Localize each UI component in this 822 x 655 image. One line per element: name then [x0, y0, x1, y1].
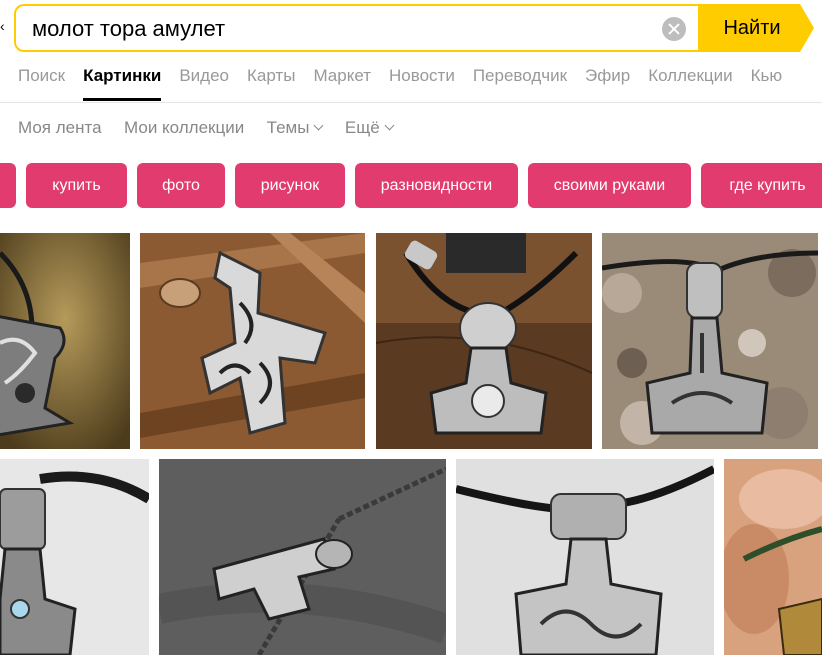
- search-bar: Найти: [14, 4, 814, 52]
- my-collections-link[interactable]: Мои коллекции: [124, 118, 244, 138]
- image-hammer-chain: [159, 459, 446, 655]
- search-button-arrow: [800, 4, 814, 52]
- search-field-frame: [14, 4, 700, 52]
- image-result-7[interactable]: [456, 459, 714, 655]
- image-bear-hammer-cord: [376, 233, 592, 449]
- chevron-down-icon: [384, 120, 395, 131]
- chip-photo[interactable]: фото: [137, 163, 225, 208]
- service-images[interactable]: Картинки: [83, 62, 162, 101]
- chip-where-to-buy[interactable]: где купить: [701, 163, 822, 208]
- themes-dropdown[interactable]: Темы: [266, 118, 324, 138]
- image-result-1[interactable]: [0, 233, 130, 449]
- window-edge-glyph: ‹: [0, 18, 5, 34]
- chip-varieties[interactable]: разновидности: [355, 163, 518, 208]
- sub-nav: Моя лента Мои коллекции Темы Ещё: [18, 118, 411, 138]
- chip-drawing[interactable]: рисунок: [235, 163, 345, 208]
- service-news[interactable]: Новости: [389, 62, 455, 100]
- service-q[interactable]: Кью: [751, 62, 783, 100]
- image-hammer-braided-cord: [456, 459, 714, 655]
- service-market[interactable]: Маркет: [313, 62, 371, 100]
- image-amulet-gold-stone: [0, 233, 130, 449]
- service-collections[interactable]: Коллекции: [648, 62, 732, 100]
- service-video[interactable]: Видео: [179, 62, 229, 100]
- service-efir[interactable]: Эфир: [585, 62, 630, 100]
- chip-buy[interactable]: купить: [26, 163, 127, 208]
- image-result-8[interactable]: [724, 459, 822, 655]
- clear-search-icon[interactable]: [662, 17, 686, 41]
- image-hammer-pebbles: [602, 233, 818, 449]
- chip-handmade[interactable]: своими руками: [528, 163, 691, 208]
- image-celtic-hammer-wood: [140, 233, 365, 449]
- image-result-6[interactable]: [159, 459, 446, 655]
- chip-partial[interactable]: [0, 163, 16, 208]
- search-input[interactable]: [32, 15, 652, 43]
- more-dropdown[interactable]: Ещё: [344, 118, 395, 138]
- image-result-4[interactable]: [602, 233, 818, 449]
- service-search[interactable]: Поиск: [18, 62, 65, 100]
- services-nav: Поиск Картинки Видео Карты Маркет Новости Пере…: [18, 62, 800, 102]
- themes-label: Темы: [266, 118, 310, 137]
- nav-divider: [0, 102, 822, 103]
- image-result-5[interactable]: [0, 459, 149, 655]
- image-result-3[interactable]: [376, 233, 592, 449]
- image-hammer-in-hand: [724, 459, 822, 655]
- service-translator[interactable]: Переводчик: [473, 62, 567, 100]
- image-hammer-gem: [0, 459, 149, 655]
- more-label: Ещё: [344, 118, 380, 137]
- suggestion-chips: купить фото рисунок разновидности своими рук…: [0, 163, 822, 208]
- chevron-down-icon: [314, 120, 324, 131]
- image-result-2[interactable]: [140, 233, 365, 449]
- my-feed-link[interactable]: Моя лента: [18, 118, 102, 138]
- search-submit-button[interactable]: Найти: [698, 4, 800, 52]
- service-maps[interactable]: Карты: [247, 62, 295, 100]
